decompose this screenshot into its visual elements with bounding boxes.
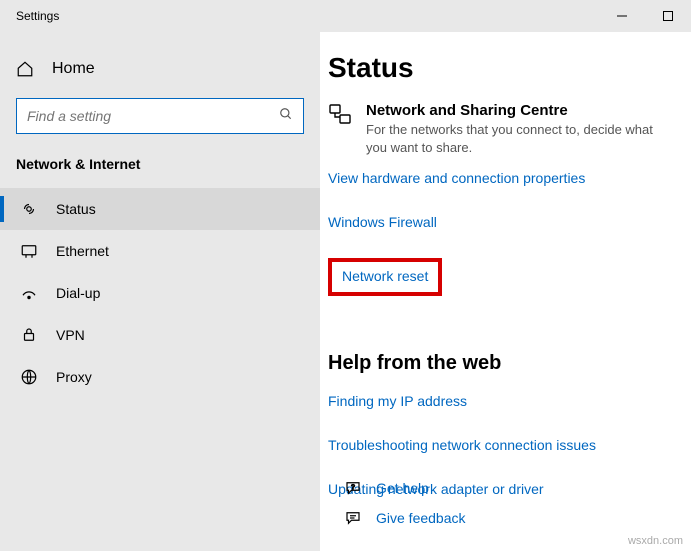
search-icon	[279, 107, 293, 126]
network-sharing-block: Network and Sharing Centre For the netwo…	[328, 102, 673, 156]
link-get-help[interactable]: Get help	[376, 480, 429, 496]
search-input[interactable]	[27, 108, 279, 124]
footer-links: ? Get help Give feedback	[344, 479, 466, 539]
sidebar-item-label: Status	[56, 201, 96, 217]
link-find-ip[interactable]: Finding my IP address	[328, 393, 467, 409]
sidebar-item-label: Ethernet	[56, 243, 109, 259]
sidebar-item-label: Dial-up	[56, 285, 100, 301]
help-heading: Help from the web	[328, 352, 673, 375]
sidebar-item-ethernet[interactable]: Ethernet	[0, 230, 320, 272]
minimize-button[interactable]	[599, 0, 645, 32]
search-box[interactable]	[16, 98, 304, 134]
sidebar-section-title: Network & Internet	[0, 156, 320, 188]
maximize-button[interactable]	[645, 0, 691, 32]
network-sharing-heading: Network and Sharing Centre	[366, 102, 673, 119]
sidebar-item-dialup[interactable]: Dial-up	[0, 272, 320, 314]
window-title: Settings	[16, 9, 599, 23]
watermark: wsxdn.com	[628, 535, 683, 547]
titlebar: Settings	[0, 0, 691, 32]
ethernet-icon	[20, 242, 38, 260]
status-icon	[20, 200, 38, 218]
sidebar-item-proxy[interactable]: Proxy	[0, 356, 320, 398]
network-sharing-desc: For the networks that you connect to, de…	[366, 121, 673, 156]
feedback-icon	[344, 509, 362, 527]
home-label: Home	[52, 60, 95, 78]
settings-window: Settings Home Network & Internet	[0, 0, 691, 551]
get-help-icon: ?	[344, 479, 362, 497]
sidebar-item-label: VPN	[56, 327, 85, 343]
proxy-icon	[20, 368, 38, 386]
content-pane: Status Network and Sharing Centre For th…	[320, 32, 691, 551]
dialup-icon	[20, 284, 38, 302]
window-body: Home Network & Internet Status Ether	[0, 32, 691, 551]
svg-text:?: ?	[351, 484, 355, 491]
link-give-feedback[interactable]: Give feedback	[376, 510, 466, 526]
network-sharing-icon	[328, 102, 352, 126]
page-title: Status	[328, 52, 673, 84]
home-icon	[16, 60, 34, 78]
link-network-reset[interactable]: Network reset	[342, 268, 428, 284]
highlight-network-reset: Network reset	[328, 258, 442, 296]
sidebar: Home Network & Internet Status Ether	[0, 32, 320, 551]
sidebar-item-vpn[interactable]: VPN	[0, 314, 320, 356]
link-view-hardware[interactable]: View hardware and connection properties	[328, 170, 585, 186]
link-windows-firewall[interactable]: Windows Firewall	[328, 214, 437, 230]
sidebar-item-label: Proxy	[56, 369, 92, 385]
home-nav[interactable]: Home	[0, 52, 320, 86]
vpn-icon	[20, 326, 38, 344]
sidebar-item-status[interactable]: Status	[0, 188, 320, 230]
link-troubleshoot[interactable]: Troubleshooting network connection issue…	[328, 437, 596, 453]
